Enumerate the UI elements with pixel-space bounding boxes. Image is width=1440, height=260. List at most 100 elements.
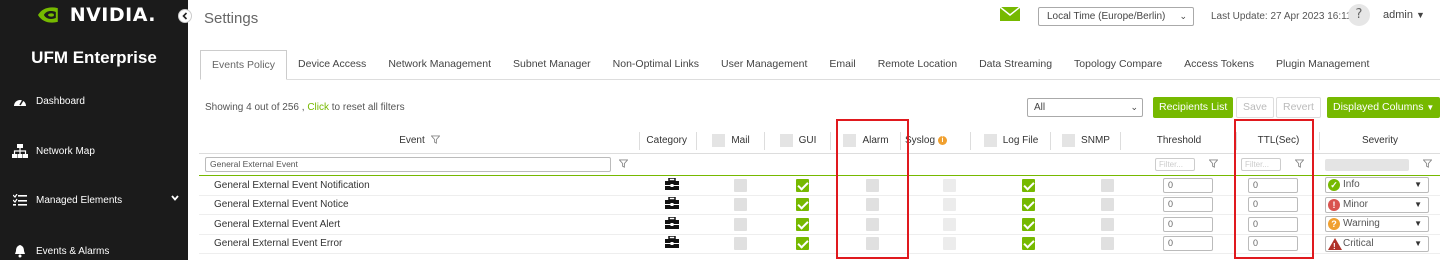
column-header-threshold[interactable]: Threshold [1121, 128, 1237, 153]
select-all-checkbox[interactable] [712, 134, 726, 147]
threshold-filter-cell: Filter... [1155, 154, 1225, 175]
revert-button[interactable]: Revert [1276, 97, 1321, 118]
event-filter-input[interactable]: General External Event [205, 157, 611, 172]
severity-cell: ✓ Info ▼ [1325, 176, 1433, 195]
logfile-checkbox[interactable] [1022, 178, 1035, 192]
snmp-checkbox[interactable] [1101, 198, 1114, 212]
tab-subnet-manager[interactable]: Subnet Manager [502, 49, 602, 79]
collapse-sidebar-button[interactable] [178, 9, 192, 23]
severity-cell: ? Warning ▼ [1325, 215, 1433, 234]
select-all-checkbox[interactable] [983, 134, 997, 147]
caret-down-icon: ▼ [1416, 10, 1425, 20]
reset-filters-text: to reset all filters [331, 102, 405, 113]
threshold-input[interactable]: 0 [1163, 236, 1213, 252]
event-name: General External Event Notification [214, 179, 370, 191]
column-header-snmp[interactable]: SNMP [1051, 128, 1121, 153]
event-filter-select[interactable]: All ⌄ [1027, 98, 1143, 117]
nvidia-eye-icon [37, 7, 58, 23]
logfile-checkbox[interactable] [1022, 237, 1035, 251]
sidebar-item-dashboard[interactable]: Dashboard [0, 86, 188, 116]
tab-plugin-management[interactable]: Plugin Management [1265, 49, 1380, 79]
syslog-checkbox-cell [943, 235, 957, 254]
mail-checkbox[interactable] [734, 217, 747, 231]
select-all-checkbox[interactable] [779, 134, 793, 147]
severity-select[interactable]: ✓ Info ▼ [1325, 177, 1429, 194]
threshold-input[interactable]: 0 [1163, 197, 1213, 213]
tab-topology-compare[interactable]: Topology Compare [1063, 49, 1173, 79]
filter-info: Showing 4 out of 256 , Click to reset al… [205, 102, 405, 113]
nvidia-logo[interactable]: NVIDIA. [36, 4, 156, 26]
column-header-severity[interactable]: Severity [1320, 128, 1440, 153]
mail-icon[interactable] [999, 6, 1021, 24]
mail-checkbox[interactable] [734, 198, 747, 212]
syslog-checkbox-cell [943, 196, 957, 215]
tab-data-streaming[interactable]: Data Streaming [968, 49, 1063, 79]
mail-checkbox[interactable] [734, 178, 747, 192]
category-cell [665, 235, 685, 254]
column-header-mail[interactable]: Mail [697, 128, 765, 153]
snmp-checkbox[interactable] [1101, 217, 1114, 231]
gui-checkbox-cell [796, 176, 810, 195]
filter-icon[interactable] [618, 158, 629, 171]
save-button[interactable]: Save [1236, 97, 1274, 118]
top-bar: Settings Local Time (Europe/Berlin) ⌄ La… [188, 0, 1440, 36]
info-icon[interactable]: i [938, 136, 947, 145]
threshold-input[interactable]: 0 [1163, 216, 1213, 232]
tab-events-policy[interactable]: Events Policy [200, 50, 288, 80]
severity-value: Minor [1343, 198, 1369, 210]
mail-checkbox-cell [734, 176, 748, 195]
logfile-checkbox-cell [1022, 196, 1036, 215]
recipients-list-button[interactable]: Recipients List [1153, 97, 1234, 118]
severity-select[interactable]: ! Critical ▼ [1325, 235, 1429, 252]
timezone-select[interactable]: Local Time (Europe/Berlin) ⌄ [1038, 7, 1194, 26]
snmp-checkbox[interactable] [1101, 237, 1114, 251]
logfile-checkbox[interactable] [1022, 217, 1035, 231]
sidebar-item-network-map[interactable]: Network Map [0, 136, 188, 166]
filter-icon[interactable] [430, 134, 441, 147]
threshold-filter-input[interactable]: Filter... [1155, 158, 1195, 171]
syslog-checkbox[interactable] [943, 217, 956, 231]
severity-select[interactable]: ! Minor ▼ [1325, 196, 1429, 213]
tab-email[interactable]: Email [818, 49, 866, 79]
snmp-checkbox[interactable] [1101, 178, 1114, 192]
sidebar-item-events-alarms[interactable]: Events & Alarms [0, 236, 188, 260]
column-header-gui[interactable]: GUI [765, 128, 831, 153]
displayed-columns-button[interactable]: Displayed Columns ▼ [1327, 97, 1440, 118]
caret-down-icon: ▼ [1414, 238, 1422, 248]
caret-down-icon: ▼ [1414, 199, 1422, 209]
tab-user-management[interactable]: User Management [710, 49, 818, 79]
category-cell [665, 196, 685, 215]
user-menu[interactable]: admin ▼ [1383, 9, 1425, 21]
syslog-checkbox[interactable] [943, 178, 956, 192]
filter-icon[interactable] [1208, 158, 1219, 171]
syslog-checkbox[interactable] [943, 237, 956, 251]
reset-filters-link[interactable]: Click [307, 102, 329, 113]
gui-checkbox[interactable] [796, 237, 809, 251]
column-header-syslog[interactable]: Syslog i [901, 128, 971, 153]
toolbox-icon [665, 235, 679, 251]
logfile-checkbox[interactable] [1022, 198, 1035, 212]
filter-icon[interactable] [1422, 158, 1433, 171]
mail-checkbox[interactable] [734, 237, 747, 251]
column-header-category[interactable]: Category [640, 128, 697, 153]
syslog-checkbox[interactable] [943, 198, 956, 212]
column-header-event[interactable]: Event [199, 128, 640, 153]
gui-checkbox[interactable] [796, 178, 809, 192]
sidebar-item-managed-elements[interactable]: Managed Elements [0, 185, 188, 215]
tab-network-management[interactable]: Network Management [377, 49, 502, 79]
ttl-column-highlight [1234, 119, 1314, 259]
severity-filter-select[interactable] [1325, 158, 1409, 171]
gui-checkbox[interactable] [796, 217, 809, 231]
tab-access-tokens[interactable]: Access Tokens [1173, 49, 1265, 79]
gui-checkbox[interactable] [796, 198, 809, 212]
tab-remote-location[interactable]: Remote Location [867, 49, 968, 79]
column-header-logfile[interactable]: Log File [971, 128, 1051, 153]
tab-non-optimal-links[interactable]: Non-Optimal Links [602, 49, 710, 79]
severity-select[interactable]: ? Warning ▼ [1325, 216, 1429, 233]
help-button[interactable]: ? [1348, 4, 1370, 26]
snmp-checkbox-cell [1101, 215, 1115, 234]
threshold-input[interactable]: 0 [1163, 177, 1213, 193]
select-all-checkbox[interactable] [1062, 134, 1076, 147]
tab-device-access[interactable]: Device Access [287, 49, 377, 79]
column-header-label: Category [646, 135, 687, 146]
